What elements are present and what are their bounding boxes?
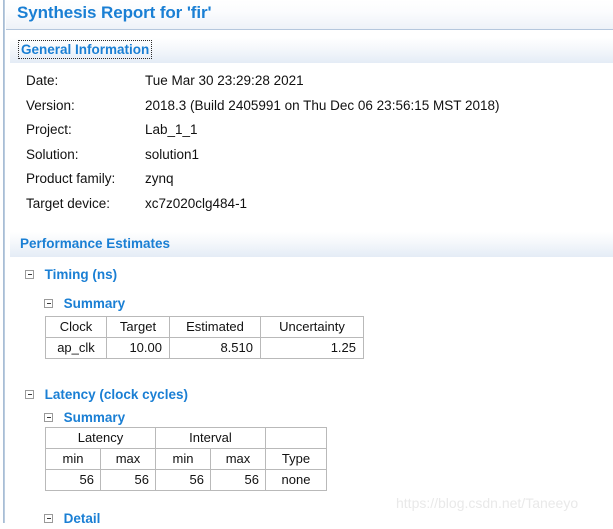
tree-node-latency[interactable]: Latency (clock cycles) [25,386,188,405]
list-item: Project: Lab_1_1 [26,122,586,147]
info-value: Lab_1_1 [145,122,198,137]
cell-type: none [265,469,327,491]
column-header-clock: Clock [45,316,107,338]
cell-interval-max: 56 [210,469,266,491]
general-information-list: Date: Tue Mar 30 23:29:28 2021 Version: … [26,73,586,220]
info-label: Product family: [26,171,116,186]
tree-node-latency-summary-label: Summary [63,410,126,426]
list-item: Date: Tue Mar 30 23:29:28 2021 [26,73,586,98]
cell-estimated: 8.510 [169,337,261,359]
table-header-row: Clock Target Estimated Uncertainty [45,316,364,338]
cell-interval-min: 56 [155,469,211,491]
timing-summary-table: Clock Target Estimated Uncertainty ap_cl… [45,316,364,359]
cell-latency-min: 56 [45,469,101,491]
column-header-type: Type [265,448,327,470]
tree-node-latency-summary[interactable]: Summary [44,409,125,428]
column-group-header-blank [265,427,327,449]
watermark: https://blog.csdn.net/Taneeyo [396,495,579,511]
info-value: Tue Mar 30 23:29:28 2021 [145,73,304,88]
section-header-general-information[interactable]: General Information [10,38,613,63]
report-title-bar: Synthesis Report for 'fir' [6,0,613,30]
tree-node-detail[interactable]: Detail [44,510,100,529]
info-label: Version: [26,97,75,113]
column-header-estimated: Estimated [169,316,261,338]
table-row: ap_clk 10.00 8.510 1.25 [45,337,364,359]
cell-target: 10.00 [106,337,170,359]
section-header-performance-estimates[interactable]: Performance Estimates [10,232,613,257]
section-header-performance-estimates-label: Performance Estimates [20,236,171,251]
minus-square-icon[interactable] [44,299,53,309]
list-item: Target device: xc7z020clg484-1 [26,196,586,221]
column-header-interval-min: min [155,448,211,470]
minus-square-icon[interactable] [25,270,34,280]
info-value: 2018.3 (Build 2405991 on Thu Dec 06 23:5… [145,97,500,113]
tree-node-timing-summary[interactable]: Summary [44,295,125,314]
tree-node-detail-label: Detail [63,511,101,527]
cell-uncertainty: 1.25 [260,337,364,359]
tree-node-latency-label: Latency (clock cycles) [44,387,188,403]
info-label: Project: [26,122,72,137]
info-value: zynq [145,171,174,186]
cell-latency-max: 56 [100,469,156,491]
column-header-target: Target [106,316,170,338]
column-header-uncertainty: Uncertainty [260,316,364,338]
table-row: 56 56 56 56 none [45,469,327,491]
minus-square-icon[interactable] [25,390,34,400]
tree-node-timing-summary-label: Summary [63,296,126,312]
info-value: solution1 [145,146,200,162]
info-value: xc7z020clg484-1 [145,195,248,211]
list-item: Product family: zynq [26,171,586,196]
column-group-header-interval: Interval [155,427,266,449]
column-group-header-latency: Latency [45,427,156,449]
column-header-latency-min: min [45,448,101,470]
minus-square-icon[interactable] [44,413,53,423]
list-item: Version: 2018.3 (Build 2405991 on Thu De… [26,98,586,123]
info-label: Solution: [26,146,79,162]
list-item: Solution: solution1 [26,147,586,172]
table-header-row: min max min max Type [45,448,327,470]
info-label: Date: [26,73,59,88]
tree-node-timing[interactable]: Timing (ns) [25,266,117,285]
latency-summary-table: Latency Interval min max min max Type 56… [45,427,327,491]
window-left-edge [0,0,6,523]
page-title: Synthesis Report for 'fir' [17,3,212,22]
table-group-header-row: Latency Interval [45,427,327,449]
section-header-general-information-label: General Information [17,40,153,59]
cell-clock: ap_clk [45,337,107,359]
column-header-latency-max: max [100,448,156,470]
tree-node-timing-label: Timing (ns) [44,267,118,283]
column-header-interval-max: max [210,448,266,470]
minus-square-icon[interactable] [44,514,53,524]
info-label: Target device: [26,195,111,211]
